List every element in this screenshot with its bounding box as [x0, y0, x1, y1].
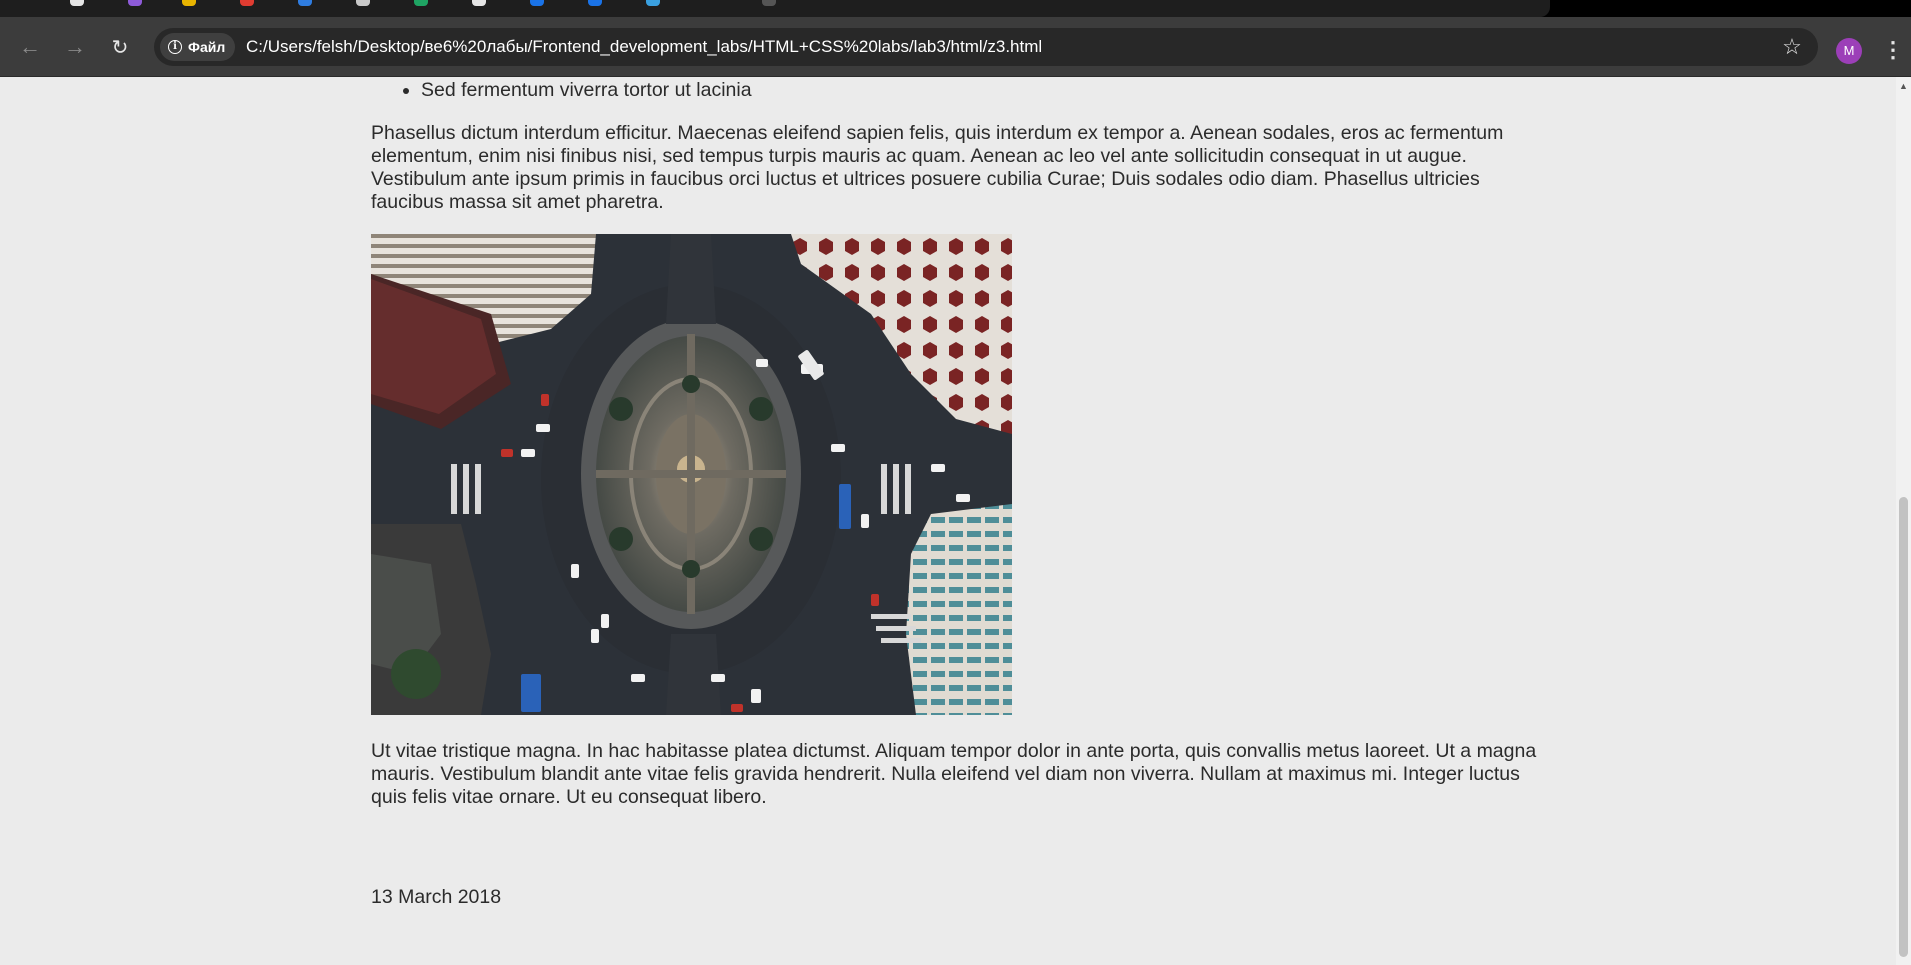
paragraph: Phasellus dictum interdum efficitur. Mae…	[371, 122, 1504, 213]
tab-favicon[interactable]	[646, 0, 660, 6]
tab-favicon[interactable]	[356, 0, 370, 6]
tab-favicon[interactable]	[588, 0, 602, 6]
back-button[interactable]: ←	[12, 29, 48, 65]
page-viewport[interactable]: Sed fermentum viverra tortor ut lacinia …	[0, 77, 1911, 965]
tab-favicon[interactable]	[128, 0, 142, 6]
scroll-thumb[interactable]	[1899, 497, 1908, 957]
roundabout-photo	[371, 234, 1012, 715]
tab-strip	[0, 0, 1911, 17]
url-text[interactable]: C:/Users/felsh/Desktop/ве6%20лабы/Fronte…	[246, 37, 1042, 57]
tab-favicon[interactable]	[414, 0, 428, 6]
site-info-chip[interactable]: i Файл	[160, 33, 236, 61]
bullet-list: Sed fermentum viverra tortor ut lacinia	[371, 79, 752, 102]
browser-toolbar: ← → ↻ i Файл C:/Users/felsh/Desktop/ве6%…	[0, 17, 1911, 77]
arrow-left-icon: ←	[19, 34, 41, 59]
tab-favicon[interactable]	[240, 0, 254, 6]
list-item: Sed fermentum viverra tortor ut lacinia	[421, 79, 752, 102]
scroll-up-arrow-icon[interactable]: ▲	[1898, 81, 1909, 91]
address-bar[interactable]: i Файл C:/Users/felsh/Desktop/ве6%20лабы…	[154, 28, 1818, 66]
publish-date: 13 March 2018	[371, 886, 502, 908]
tab-favicon[interactable]	[182, 0, 196, 6]
tab-favicon[interactable]	[472, 0, 486, 6]
reload-icon: ↻	[111, 36, 129, 59]
browser-menu-button[interactable]: ⋮	[1882, 35, 1904, 65]
profile-avatar[interactable]: M	[1836, 38, 1862, 64]
bookmark-button[interactable]: ☆	[1780, 35, 1804, 59]
page-scrollbar[interactable]: ▲	[1896, 77, 1911, 965]
site-info-label: Файл	[188, 39, 226, 55]
tab-favicon[interactable]	[530, 0, 544, 6]
kebab-menu-icon: ⋮	[1882, 37, 1904, 62]
info-icon: i	[168, 40, 182, 54]
arrow-right-icon: →	[64, 34, 86, 59]
star-icon: ☆	[1782, 34, 1802, 59]
tab-favicon[interactable]	[298, 0, 312, 6]
tab-favicon[interactable]	[762, 0, 776, 6]
reload-button[interactable]: ↻	[102, 29, 138, 65]
tab-favicon[interactable]	[70, 0, 84, 6]
forward-button[interactable]: →	[57, 29, 93, 65]
paragraph: Ut vitae tristique magna. In hac habitas…	[371, 740, 1537, 808]
